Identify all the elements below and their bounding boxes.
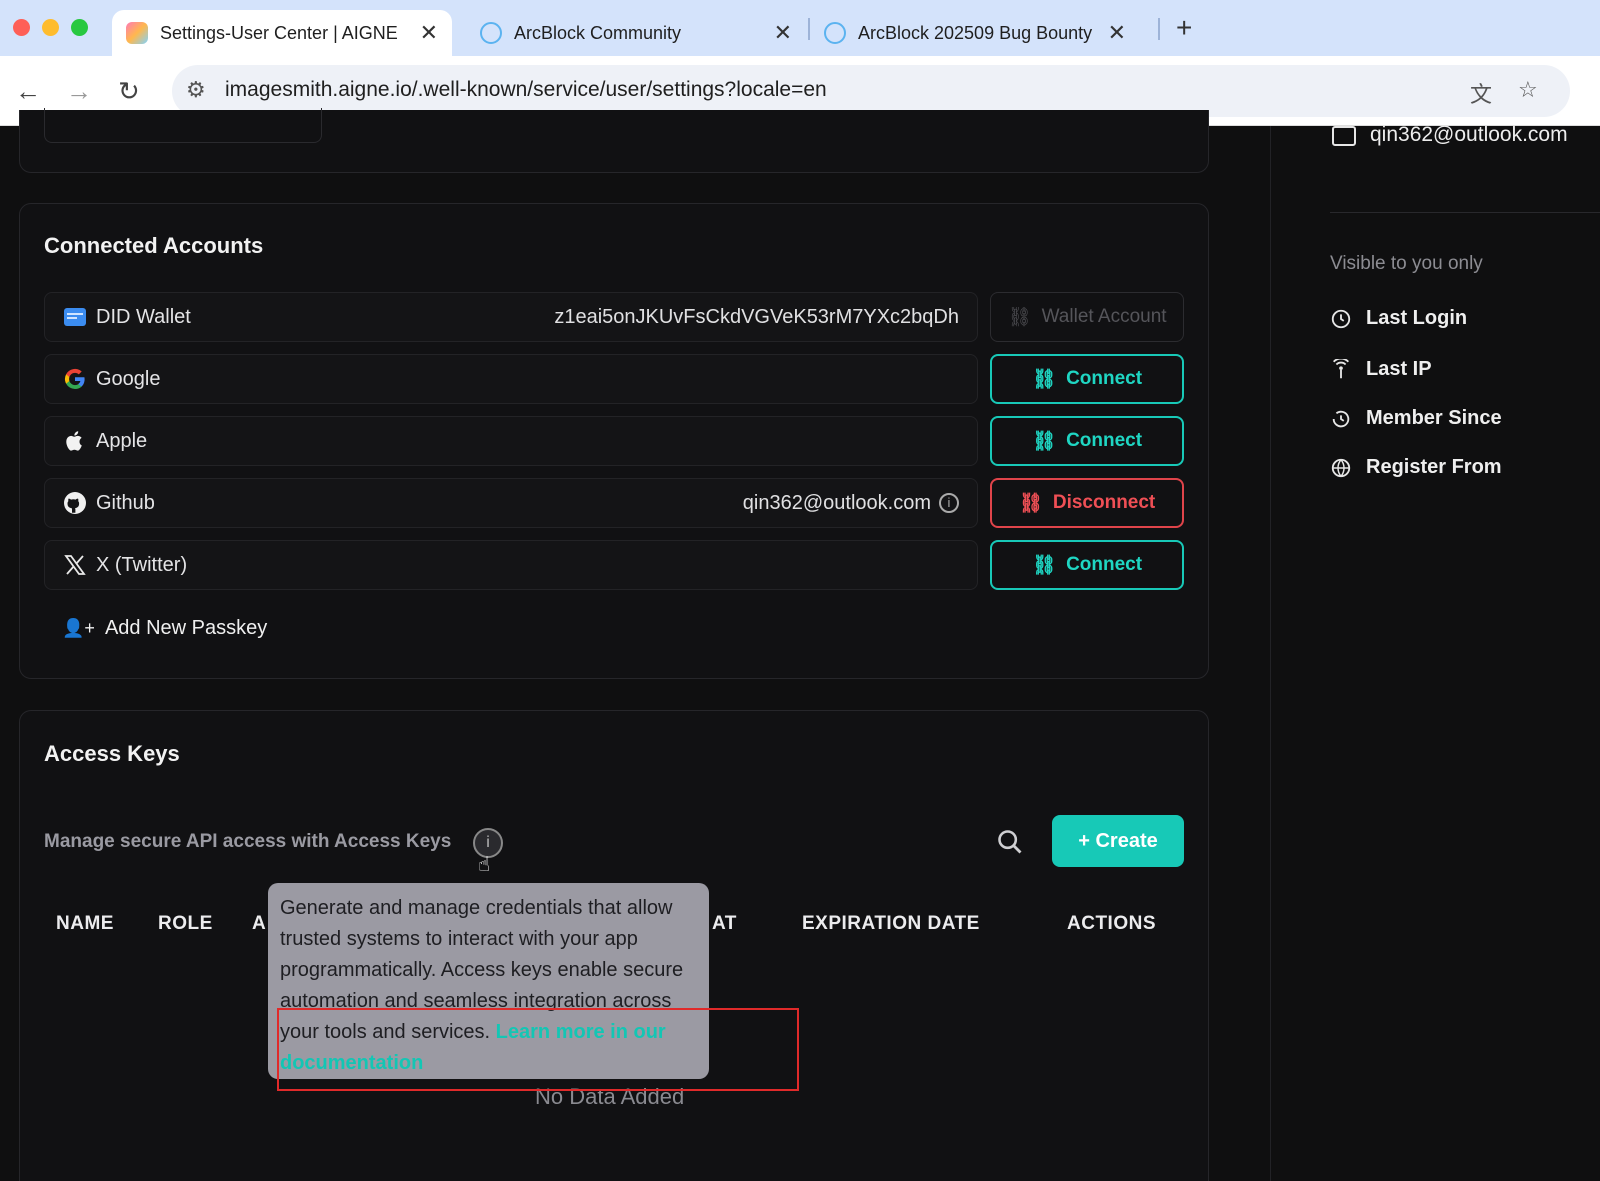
wallet-account-button[interactable]: ⛓ Wallet Account — [990, 292, 1184, 342]
github-icon — [64, 492, 86, 514]
minimize-window-button[interactable] — [42, 19, 59, 36]
connect-apple-button[interactable]: ⛓ Connect — [990, 416, 1184, 466]
account-row-x-twitter: X (Twitter) — [44, 540, 978, 590]
profile-last-ip: Last IP — [1366, 358, 1432, 380]
sidebar-separator — [1330, 212, 1600, 213]
link-icon: ⛓ — [1007, 307, 1032, 328]
tab-settings-user-center[interactable]: Settings-User Center | AIGNE ✕ — [112, 10, 452, 56]
account-value: z1eai5onJKUvFsCkdVGVeK53rM7YXc2bqDh — [554, 306, 959, 328]
button-label: Connect — [1066, 368, 1143, 389]
close-icon[interactable]: ✕ — [774, 20, 792, 46]
url-text[interactable]: imagesmith.aigne.io/.well-known/service/… — [225, 78, 827, 102]
profile-email: qin362@outlook.com — [1370, 123, 1568, 146]
column-header-name: NAME — [56, 913, 114, 934]
arcblock-favicon-icon — [824, 22, 846, 44]
reload-icon[interactable]: ↻ — [118, 76, 140, 107]
notifications-card — [19, 108, 1209, 173]
connect-x-button[interactable]: ⛓ Connect — [990, 540, 1184, 590]
create-access-key-button[interactable]: + Create — [1052, 815, 1184, 867]
account-name: Apple — [96, 430, 148, 452]
tab-title: ArcBlock Community — [514, 22, 682, 43]
google-icon — [64, 368, 85, 390]
link-icon: ⛓ — [1031, 555, 1057, 576]
column-header-expiration-date: EXPIRATION DATE — [802, 913, 980, 934]
link-icon: ⛓ — [1018, 493, 1043, 514]
account-name: Google — [96, 368, 161, 390]
link-icon: ⛓ — [1031, 431, 1057, 452]
history-icon — [1332, 410, 1350, 428]
visibility-note: Visible to you only — [1330, 253, 1483, 274]
mail-icon — [1332, 126, 1356, 146]
back-arrow-icon[interactable]: ← — [15, 76, 41, 107]
button-label: Wallet Account — [1041, 306, 1167, 327]
highlight-box — [277, 1008, 799, 1091]
arcblock-favicon-icon — [480, 22, 502, 44]
account-row-apple: Apple — [44, 416, 978, 466]
close-window-button[interactable] — [13, 19, 30, 36]
button-label: Connect — [1066, 554, 1143, 575]
x-icon — [64, 555, 86, 575]
translate-icon[interactable]: 文 — [1470, 77, 1492, 109]
profile-member-since: Member Since — [1366, 407, 1502, 429]
account-row-google: Google — [44, 354, 978, 404]
button-label: Connect — [1066, 430, 1143, 451]
profile-register-from: Register From — [1366, 456, 1502, 478]
forward-arrow-icon[interactable]: → — [66, 76, 92, 107]
section-title-access-keys: Access Keys — [44, 741, 180, 766]
account-name: Github — [96, 492, 155, 514]
tab-title: ArcBlock 202509 Bug Bounty — [858, 22, 1093, 43]
wallet-icon — [64, 308, 86, 326]
column-header-partial: A — [252, 913, 267, 934]
tab-title: Settings-User Center | AIGNE — [160, 22, 398, 43]
account-name: DID Wallet — [96, 306, 191, 328]
search-icon[interactable] — [996, 828, 1024, 856]
info-icon[interactable]: i — [939, 493, 959, 513]
cursor-hand-icon: ☝ — [478, 854, 491, 876]
new-tab-button[interactable]: + — [1176, 12, 1192, 44]
access-keys-subtitle: Manage secure API access with Access Key… — [44, 831, 452, 852]
bookmark-star-icon[interactable]: ☆ — [1518, 77, 1538, 103]
button-label: Disconnect — [1052, 492, 1156, 513]
close-icon[interactable]: ✕ — [1108, 20, 1126, 46]
profile-last-login: Last Login — [1366, 307, 1468, 329]
add-external-notification-button[interactable] — [44, 108, 322, 143]
link-icon: ⛓ — [1031, 369, 1057, 390]
sidebar-divider — [1270, 126, 1271, 1181]
tab-arcblock-community[interactable]: ArcBlock Community ✕ — [466, 10, 806, 56]
add-user-icon: 👤+ — [62, 618, 95, 638]
clock-icon — [1331, 309, 1351, 329]
aigne-favicon-icon — [126, 22, 148, 44]
browser-tab-bar: Settings-User Center | AIGNE ✕ ArcBlock … — [0, 0, 1600, 56]
tab-divider — [1158, 18, 1160, 40]
close-icon[interactable]: ✕ — [420, 20, 438, 46]
account-name: X (Twitter) — [96, 554, 188, 576]
add-passkey-label: Add New Passkey — [104, 617, 268, 639]
account-row-github: Github qin362@outlook.com i — [44, 478, 978, 528]
globe-icon — [1331, 458, 1351, 478]
maximize-window-button[interactable] — [71, 19, 88, 36]
tab-bug-bounty[interactable]: ArcBlock 202509 Bug Bounty ✕ — [810, 10, 1140, 56]
account-row-did-wallet: DID Wallet z1eai5onJKUvFsCkdVGVeK53rM7YX… — [44, 292, 978, 342]
column-header-role: ROLE — [158, 913, 213, 934]
disconnect-github-button[interactable]: ⛓ Disconnect — [990, 478, 1184, 528]
section-title-connected-accounts: Connected Accounts — [44, 233, 264, 258]
column-header-actions: ACTIONS — [1067, 913, 1156, 934]
account-value: qin362@outlook.com — [742, 492, 931, 514]
column-header-created-at: AT — [712, 913, 737, 934]
apple-icon — [66, 431, 82, 451]
site-settings-icon[interactable]: ⚙ — [186, 77, 206, 103]
add-new-passkey-button[interactable]: 👤+ Add New Passkey — [62, 617, 267, 640]
wifi-signal-icon — [1333, 359, 1349, 379]
connect-google-button[interactable]: ⛓ Connect — [990, 354, 1184, 404]
